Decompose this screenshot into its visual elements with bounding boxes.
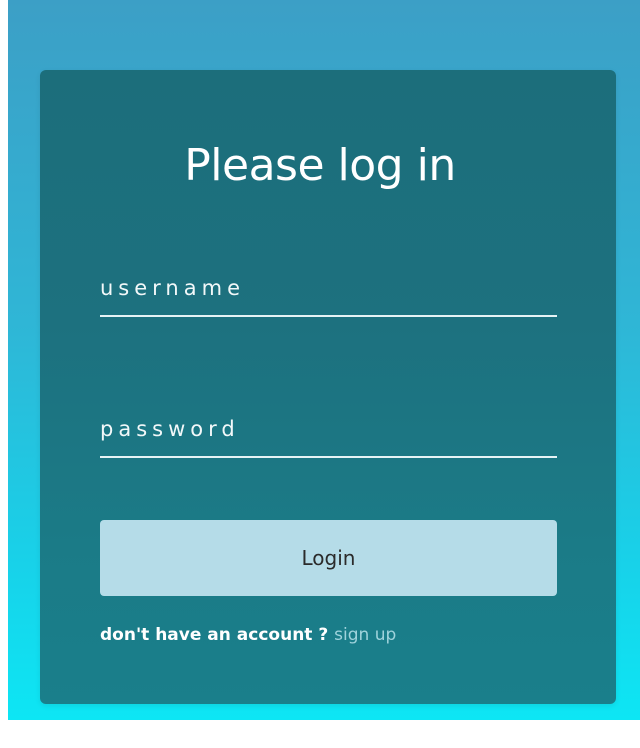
login-button[interactable]: Login (100, 520, 557, 596)
page-title: Please log in (184, 140, 456, 191)
signup-row: don't have an account ? sign up (100, 625, 396, 645)
username-input[interactable] (100, 267, 557, 317)
password-input[interactable] (100, 408, 557, 458)
signup-link[interactable]: sign up (334, 625, 396, 645)
signup-prompt: don't have an account ? (100, 625, 329, 645)
